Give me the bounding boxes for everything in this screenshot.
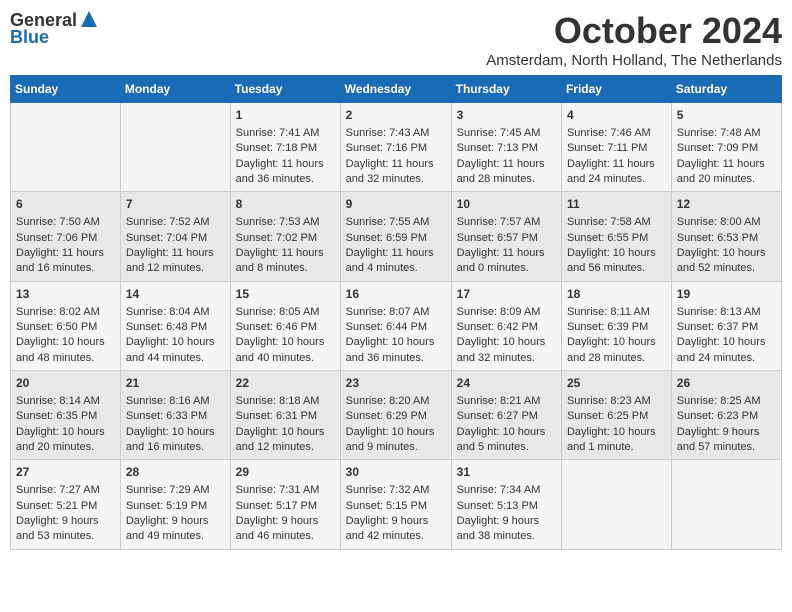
- day-number: 13: [16, 286, 115, 303]
- table-row: 17Sunrise: 8:09 AMSunset: 6:42 PMDayligh…: [451, 281, 561, 370]
- table-row: [11, 103, 121, 192]
- header-tuesday: Tuesday: [230, 76, 340, 103]
- day-number: 26: [677, 375, 776, 392]
- table-row: 19Sunrise: 8:13 AMSunset: 6:37 PMDayligh…: [671, 281, 781, 370]
- day-number: 21: [126, 375, 225, 392]
- logo: General Blue: [10, 10, 99, 48]
- calendar-table: Sunday Monday Tuesday Wednesday Thursday…: [10, 75, 782, 550]
- header-thursday: Thursday: [451, 76, 561, 103]
- day-number: 16: [346, 286, 446, 303]
- title-area: October 2024 Amsterdam, North Holland, T…: [486, 10, 782, 69]
- day-number: 12: [677, 196, 776, 213]
- table-row: 27Sunrise: 7:27 AMSunset: 5:21 PMDayligh…: [11, 460, 121, 549]
- day-number: 10: [457, 196, 556, 213]
- day-number: 9: [346, 196, 446, 213]
- day-number: 28: [126, 464, 225, 481]
- logo-icon: [79, 9, 99, 29]
- table-row: 5Sunrise: 7:48 AMSunset: 7:09 PMDaylight…: [671, 103, 781, 192]
- table-row: 26Sunrise: 8:25 AMSunset: 6:23 PMDayligh…: [671, 371, 781, 460]
- day-number: 11: [567, 196, 666, 213]
- location: Amsterdam, North Holland, The Netherland…: [486, 52, 782, 69]
- day-number: 19: [677, 286, 776, 303]
- table-row: 28Sunrise: 7:29 AMSunset: 5:19 PMDayligh…: [120, 460, 230, 549]
- day-number: 25: [567, 375, 666, 392]
- table-row: 14Sunrise: 8:04 AMSunset: 6:48 PMDayligh…: [120, 281, 230, 370]
- day-number: 4: [567, 107, 666, 124]
- day-number: 8: [236, 196, 335, 213]
- day-number: 1: [236, 107, 335, 124]
- day-number: 3: [457, 107, 556, 124]
- day-number: 18: [567, 286, 666, 303]
- header-saturday: Saturday: [671, 76, 781, 103]
- day-number: 7: [126, 196, 225, 213]
- day-number: 31: [457, 464, 556, 481]
- table-row: 25Sunrise: 8:23 AMSunset: 6:25 PMDayligh…: [561, 371, 671, 460]
- table-row: 23Sunrise: 8:20 AMSunset: 6:29 PMDayligh…: [340, 371, 451, 460]
- day-number: 2: [346, 107, 446, 124]
- table-row: 6Sunrise: 7:50 AMSunset: 7:06 PMDaylight…: [11, 192, 121, 281]
- day-number: 14: [126, 286, 225, 303]
- day-number: 15: [236, 286, 335, 303]
- table-row: 15Sunrise: 8:05 AMSunset: 6:46 PMDayligh…: [230, 281, 340, 370]
- day-number: 5: [677, 107, 776, 124]
- calendar-header-row: Sunday Monday Tuesday Wednesday Thursday…: [11, 76, 782, 103]
- table-row: 24Sunrise: 8:21 AMSunset: 6:27 PMDayligh…: [451, 371, 561, 460]
- table-row: 1Sunrise: 7:41 AMSunset: 7:18 PMDaylight…: [230, 103, 340, 192]
- day-number: 22: [236, 375, 335, 392]
- table-row: 30Sunrise: 7:32 AMSunset: 5:15 PMDayligh…: [340, 460, 451, 549]
- table-row: 4Sunrise: 7:46 AMSunset: 7:11 PMDaylight…: [561, 103, 671, 192]
- table-row: [671, 460, 781, 549]
- header-monday: Monday: [120, 76, 230, 103]
- header-friday: Friday: [561, 76, 671, 103]
- day-number: 23: [346, 375, 446, 392]
- day-number: 24: [457, 375, 556, 392]
- day-number: 6: [16, 196, 115, 213]
- table-row: [561, 460, 671, 549]
- table-row: 7Sunrise: 7:52 AMSunset: 7:04 PMDaylight…: [120, 192, 230, 281]
- day-number: 17: [457, 286, 556, 303]
- table-row: 2Sunrise: 7:43 AMSunset: 7:16 PMDaylight…: [340, 103, 451, 192]
- table-row: 22Sunrise: 8:18 AMSunset: 6:31 PMDayligh…: [230, 371, 340, 460]
- table-row: [120, 103, 230, 192]
- table-row: 31Sunrise: 7:34 AMSunset: 5:13 PMDayligh…: [451, 460, 561, 549]
- table-row: 11Sunrise: 7:58 AMSunset: 6:55 PMDayligh…: [561, 192, 671, 281]
- table-row: 20Sunrise: 8:14 AMSunset: 6:35 PMDayligh…: [11, 371, 121, 460]
- day-number: 20: [16, 375, 115, 392]
- table-row: 9Sunrise: 7:55 AMSunset: 6:59 PMDaylight…: [340, 192, 451, 281]
- table-row: 21Sunrise: 8:16 AMSunset: 6:33 PMDayligh…: [120, 371, 230, 460]
- day-number: 27: [16, 464, 115, 481]
- table-row: 29Sunrise: 7:31 AMSunset: 5:17 PMDayligh…: [230, 460, 340, 549]
- table-row: 12Sunrise: 8:00 AMSunset: 6:53 PMDayligh…: [671, 192, 781, 281]
- table-row: 3Sunrise: 7:45 AMSunset: 7:13 PMDaylight…: [451, 103, 561, 192]
- day-number: 30: [346, 464, 446, 481]
- table-row: 10Sunrise: 7:57 AMSunset: 6:57 PMDayligh…: [451, 192, 561, 281]
- month-title: October 2024: [486, 10, 782, 52]
- table-row: 8Sunrise: 7:53 AMSunset: 7:02 PMDaylight…: [230, 192, 340, 281]
- header-sunday: Sunday: [11, 76, 121, 103]
- day-number: 29: [236, 464, 335, 481]
- table-row: 18Sunrise: 8:11 AMSunset: 6:39 PMDayligh…: [561, 281, 671, 370]
- table-row: 13Sunrise: 8:02 AMSunset: 6:50 PMDayligh…: [11, 281, 121, 370]
- logo-blue-text: Blue: [10, 27, 49, 48]
- header-wednesday: Wednesday: [340, 76, 451, 103]
- page-header: General Blue October 2024 Amsterdam, Nor…: [10, 10, 782, 69]
- table-row: 16Sunrise: 8:07 AMSunset: 6:44 PMDayligh…: [340, 281, 451, 370]
